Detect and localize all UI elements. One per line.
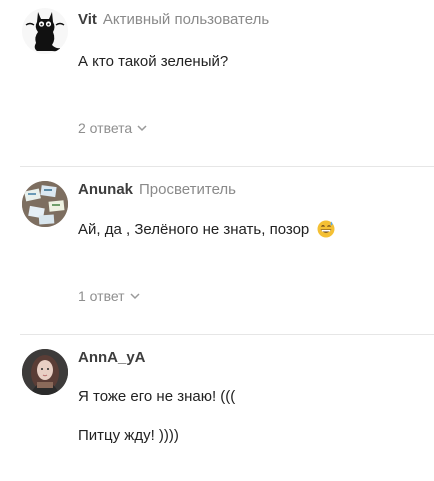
comment-text-line: Ай, да , Зелёного не знать, позор (78, 221, 310, 238)
comment-text: Ай, да , Зелёного не знать, позор (78, 220, 335, 238)
comment-text: А кто такой зеленый? (78, 53, 229, 70)
comment-item: Vit Активный пользователь А кто такой зел… (0, 0, 434, 165)
author-name[interactable]: Anunak (78, 181, 133, 198)
author-role: Просветитель (139, 181, 236, 198)
comment-text: Я тоже его не знаю! ((( (78, 388, 236, 405)
avatar[interactable] (22, 181, 68, 227)
comment-item: AnnA_yA Я тоже его не знаю! ((( Питцу жд… (0, 335, 434, 481)
comment-header: Vit Активный пользователь (78, 11, 269, 28)
replies-count: 1 ответ (78, 288, 125, 304)
avatar[interactable] (22, 349, 68, 395)
chevron-down-icon (137, 125, 147, 132)
black-cat-icon (25, 12, 65, 52)
comment-text: Питцу жду! )))) (78, 427, 179, 444)
author-role: Активный пользователь (102, 11, 270, 28)
replies-toggle[interactable]: 2 ответа (78, 120, 147, 136)
comment-item: Anunak Просветитель Ай, да , Зелёного не … (0, 167, 434, 333)
chevron-down-icon (130, 293, 140, 300)
author-name[interactable]: Vit (78, 11, 97, 28)
author-name[interactable]: AnnA_yA (78, 349, 146, 366)
grinning-sweat-emoji (317, 220, 335, 238)
avatar[interactable] (22, 8, 68, 54)
comment-header: Anunak Просветитель (78, 181, 236, 198)
photo-avatar (22, 181, 68, 227)
girl-photo-avatar (22, 349, 68, 395)
replies-toggle[interactable]: 1 ответ (78, 288, 140, 304)
comment-header: AnnA_yA (78, 349, 146, 366)
replies-count: 2 ответа (78, 120, 133, 136)
